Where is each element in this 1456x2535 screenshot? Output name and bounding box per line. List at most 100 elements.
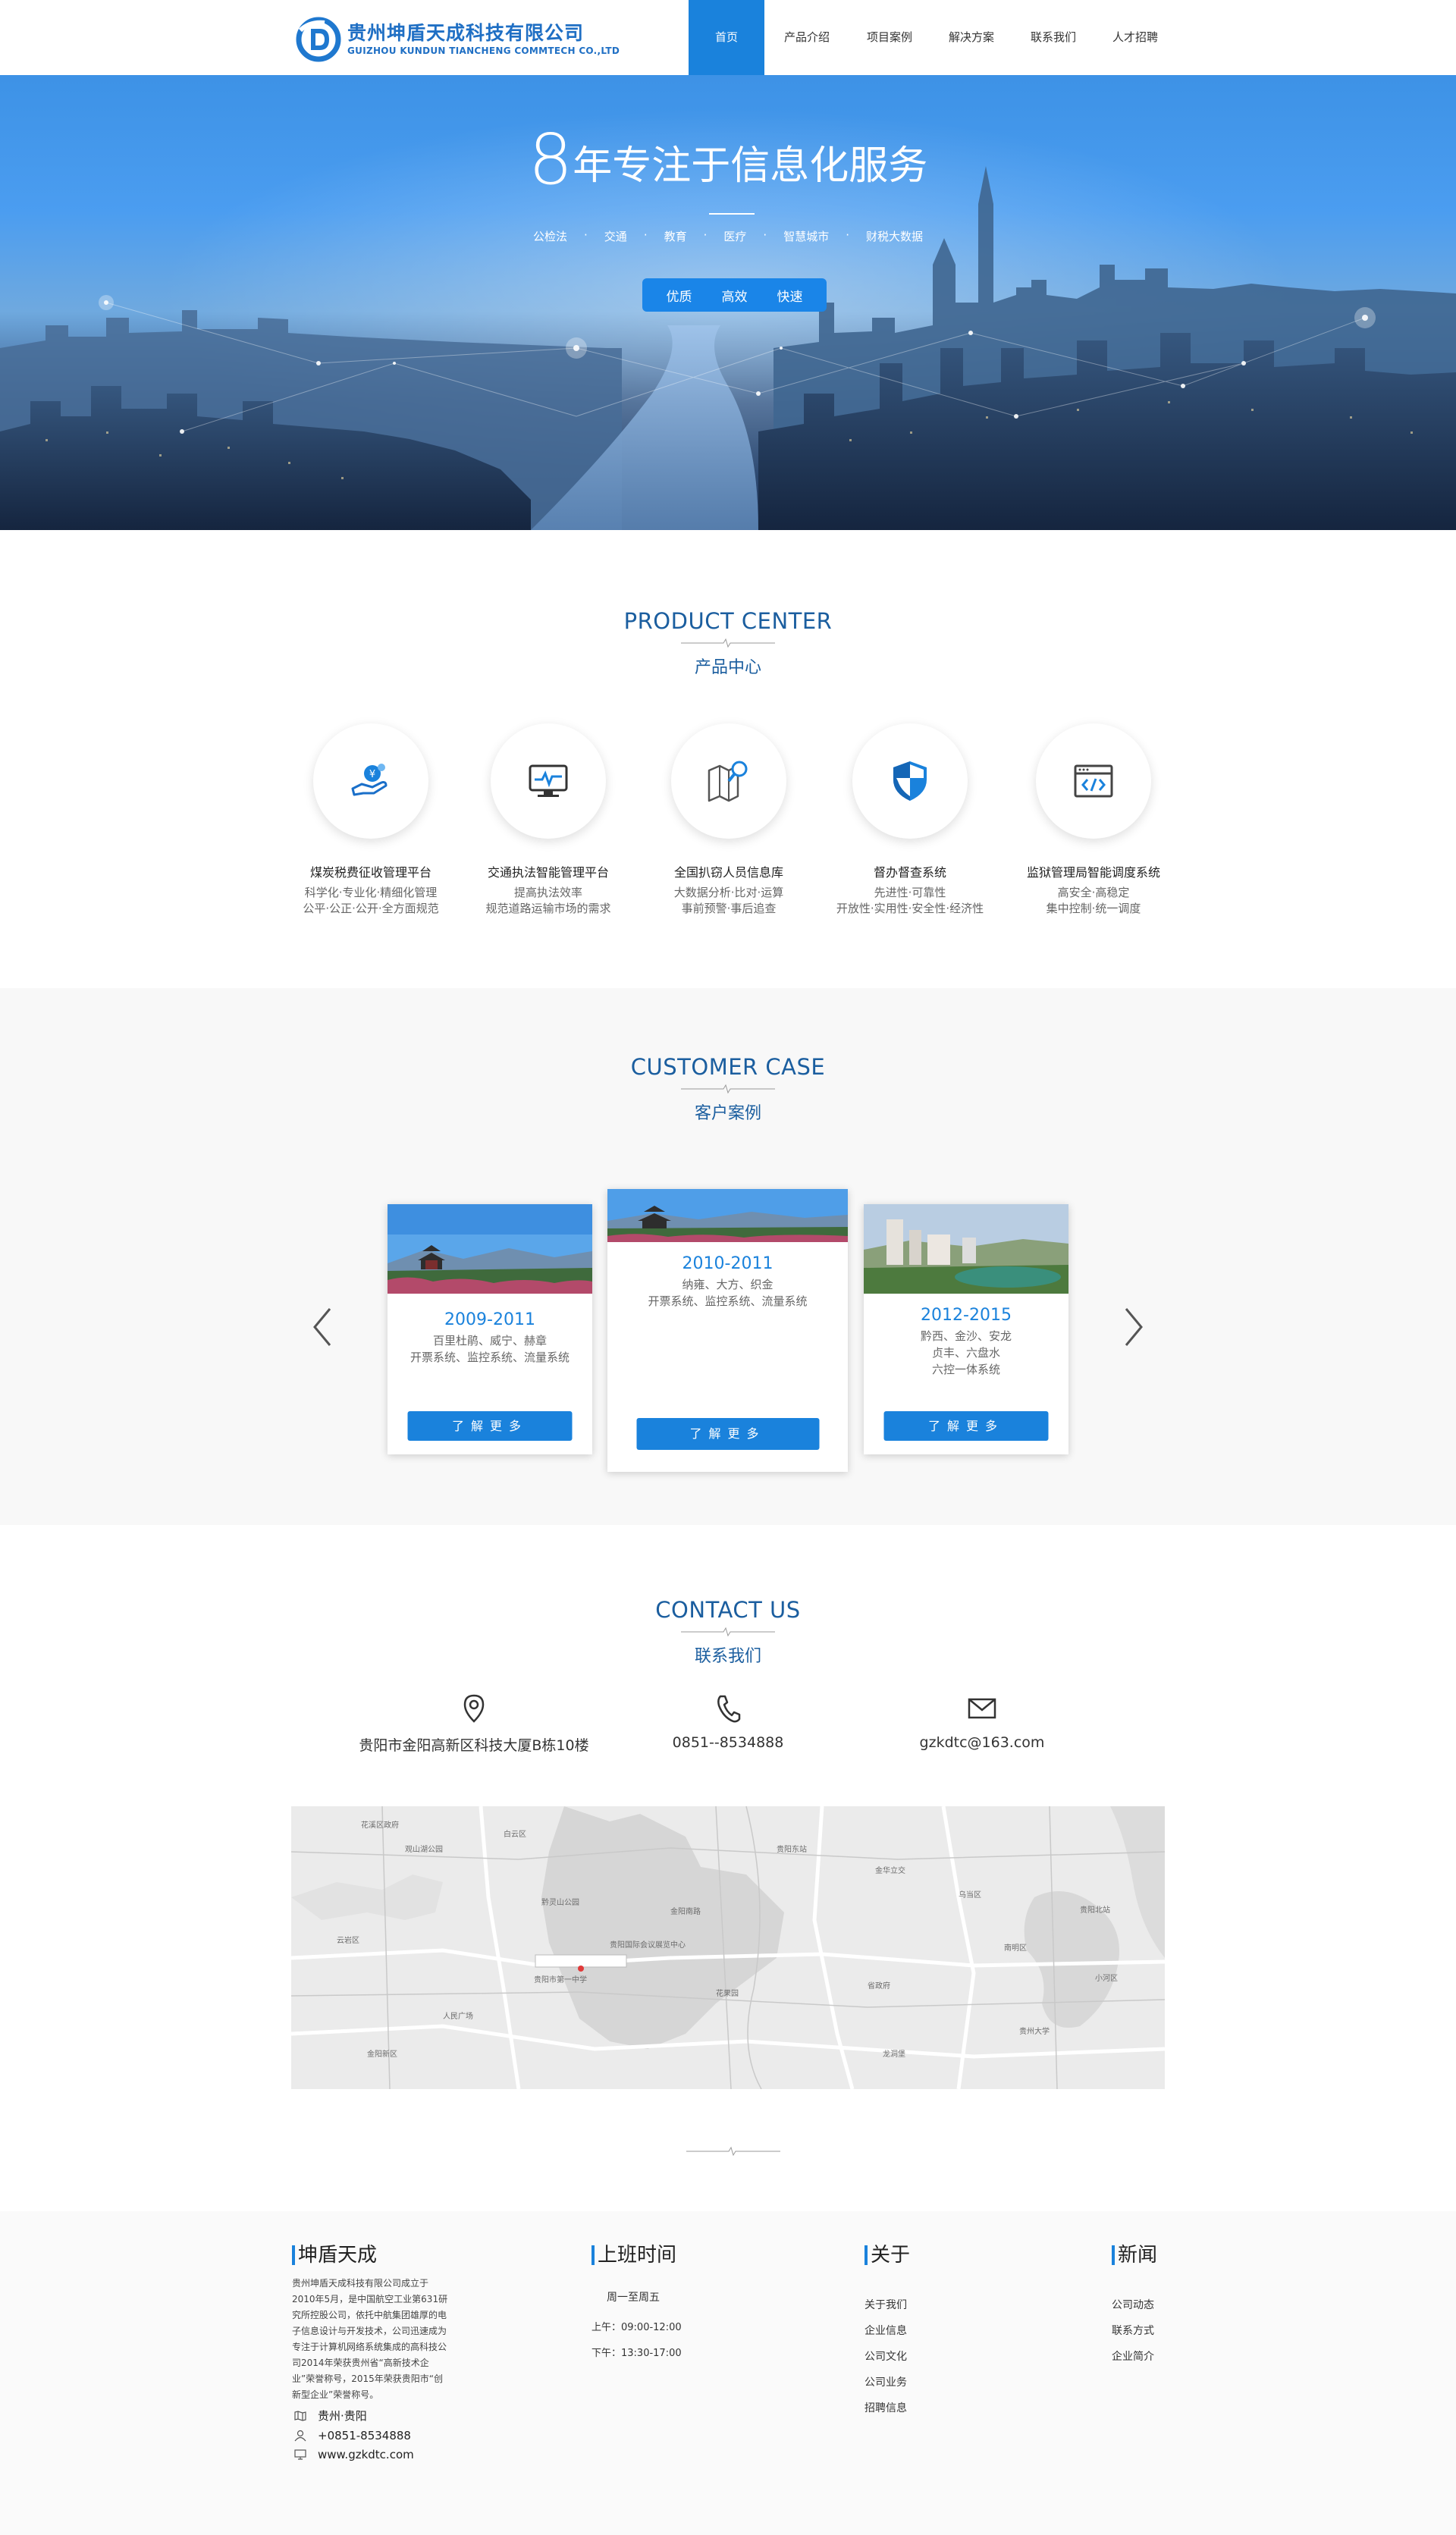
footer-link[interactable]: 关于我们 [864,2292,910,2318]
monitor-pulse-icon [529,764,568,797]
footer-phone: +0851-8534888 [292,2429,451,2442]
banner-tag: 公检法 [533,230,568,243]
product-desc: 提高执法效率 [513,886,582,899]
contact-email-text[interactable]: gzkdtc@163.com [899,1734,1065,1751]
nav-contact[interactable]: 联系我们 [1013,0,1094,75]
map-label: 金阳新区 [367,2049,397,2059]
map-label: 贵阳东站 [777,1844,807,1854]
map-label: 白云区 [504,1829,526,1839]
footer-news-title: 新闻 [1112,2245,1157,2265]
map-label: 贵阳国际会议展览中心 [610,1940,686,1950]
section-title-cn: 客户案例 [694,1104,761,1123]
mail-icon [968,1698,996,1719]
contact-address-text: 贵阳市金阳高新区科技大厦B栋10楼 [359,1737,589,1754]
case-image [388,1204,592,1294]
section-heading: CONTACT US 联系我们 [0,1597,1456,1667]
section-title-cn: 联系我们 [694,1647,761,1666]
banner-tag: 交通 [604,230,627,243]
company-name-en: GUIZHOU KUNDUN TIANCHENG COMMTECH CO.,LT… [347,45,620,56]
case-desc: 黔西、金沙、安龙 [920,1329,1012,1343]
case-card[interactable]: 2012-2015 黔西、金沙、安龙 贞丰、六盘水 六控一体系统 了解更多 [864,1204,1068,1454]
section-divider [681,1627,775,1637]
learn-more-button[interactable]: 了解更多 [636,1418,819,1450]
nav-cases[interactable]: 项目案例 [849,0,930,75]
nav-careers[interactable]: 人才招聘 [1094,0,1177,75]
banner-title-number: 8 [528,119,573,200]
footer-link[interactable]: 企业信息 [864,2318,910,2344]
footer-hours-weekdays: 周一至周五 [607,2292,660,2304]
nav-solutions[interactable]: 解决方案 [930,0,1013,75]
map-label: 观山湖公园 [405,1845,443,1854]
learn-more-button[interactable]: 了解更多 [883,1411,1049,1441]
product-item[interactable]: ¥ 煤炭税费征收管理平台 科学化·专业化·精细化管理 公平·公正·公开·全方面规范 [280,723,462,917]
product-center-section: PRODUCT CENTER 产品中心 ¥ 煤炭税费征收管理平台 科学化·专业化… [0,530,1456,988]
footer-hours-column: 上班时间 周一至周五 上午：09:00-12:00 下午：13:30-17:00 [592,2245,682,2367]
footer-link[interactable]: 联系方式 [1112,2318,1157,2344]
footer-website: www.gzkdtc.com [292,2448,451,2461]
location-map[interactable]: 花溪区政府 贵阳市第一中学 贵阳国际会议展览中心 金阳南路 黔灵山公园 观山湖公… [291,1806,1165,2089]
product-desc: 事前预警·事后追查 [681,902,777,915]
map-label: 云岩区 [337,1935,359,1945]
location-pin-icon [463,1694,485,1723]
section-heading: CUSTOMER CASE 客户案例 [0,1054,1456,1124]
footer-about-column: 坤盾天成 贵州坤盾天成科技有限公司成立于2010年5月，是中国航空工业第631研… [292,2245,451,2461]
footer-link[interactable]: 企业简介 [1112,2344,1157,2370]
case-year: 2010-2011 [682,1254,774,1273]
carousel-prev-arrow-icon[interactable] [307,1304,337,1350]
contact-section: CONTACT US 联系我们 贵阳市金阳高新区科技大厦B栋10楼 0851--… [0,1525,1456,2211]
banner-title-text: 年专注于信息化服务 [573,143,928,189]
case-desc: 贞丰、六盘水 [931,1346,1000,1360]
case-year: 2012-2015 [921,1306,1012,1325]
map-icon [292,2409,309,2423]
map-label: 黔灵山公园 [541,1897,579,1907]
footer-link[interactable]: 公司动态 [1112,2292,1157,2318]
product-title: 交通执法智能管理平台 [487,865,609,880]
product-desc: 科学化·专业化·精细化管理 [304,886,438,899]
section-title-en: PRODUCT CENTER [623,608,833,634]
contact-email: gzkdtc@163.com [899,1693,1065,1751]
product-item[interactable]: 监狱管理局智能调度系统 高安全·高稳定 集中控制·统一调度 [1003,723,1185,917]
contact-phone: 0851--8534888 [645,1693,811,1751]
footer-website-link[interactable]: www.gzkdtc.com [318,2448,414,2461]
section-divider [681,1084,775,1094]
product-item[interactable]: 全国扒窃人员信息库 大数据分析·比对·运算 事前预警·事后追查 [638,723,820,917]
nav-products[interactable]: 产品介绍 [764,0,849,75]
shield-icon [893,761,927,801]
footer-location-text: 贵州·贵阳 [318,2409,367,2423]
footer-link[interactable]: 公司文化 [864,2344,910,2370]
carousel-next-arrow-icon[interactable] [1119,1304,1149,1350]
case-card[interactable]: 2009-2011 百里杜鹃、威宁、赫章 开票系统、监控系统、流量系统 了解更多 [388,1204,592,1454]
section-title-en: CUSTOMER CASE [630,1054,826,1080]
main-nav: 首页 产品介绍 项目案例 解决方案 联系我们 人才招聘 [689,0,1177,75]
product-item[interactable]: 督办督查系统 先进性·可靠性 开放性·实用性·安全性·经济性 [819,723,1001,917]
map-label: 南明区 [1004,1943,1027,1953]
map-label: 人民广场 [443,2011,473,2021]
tax-coins-icon: ¥ [351,764,388,796]
monitor-icon [292,2448,309,2461]
product-desc: 集中控制·统一调度 [1046,902,1141,915]
footer-about-links-title: 关于 [864,2245,910,2265]
section-divider [681,638,775,648]
section-title-cn: 产品中心 [694,658,761,677]
nav-home[interactable]: 首页 [689,0,764,75]
contact-phone-text: 0851--8534888 [672,1734,784,1751]
case-card[interactable]: 2010-2011 纳雍、大方、织金 开票系统、监控系统、流量系统 了解更多 [607,1189,848,1472]
section-heading: PRODUCT CENTER 产品中心 [0,608,1456,678]
company-logo[interactable]: 贵州坤盾天成科技有限公司 GUIZHOU KUNDUN TIANCHENG CO… [294,12,620,64]
pill-word: 优质 [666,289,692,305]
footer-link[interactable]: 招聘信息 [864,2395,910,2421]
learn-more-button[interactable]: 了解更多 [407,1411,573,1441]
case-desc: 百里杜鹃、威宁、赫章 [432,1334,547,1348]
case-desc: 开票系统、监控系统、流量系统 [648,1294,808,1308]
map-label: 贵阳市第一中学 [534,1975,587,1984]
pill-word: 快速 [777,289,803,305]
footer-hours-morning: 上午：09:00-12:00 [592,2322,682,2333]
banner-tag: 教育 [664,230,687,243]
banner-tag: 医疗 [723,230,747,243]
map-label: 省政府 [868,1981,890,1991]
footer-link[interactable]: 公司业务 [864,2370,910,2395]
product-desc: 高安全·高稳定 [1057,886,1130,899]
product-item[interactable]: 交通执法智能管理平台 提高执法效率 规范道路运输市场的需求 [457,723,639,917]
case-desc: 开票系统、监控系统、流量系统 [410,1351,570,1364]
footer-hours-afternoon: 下午：13:30-17:00 [592,2348,682,2359]
